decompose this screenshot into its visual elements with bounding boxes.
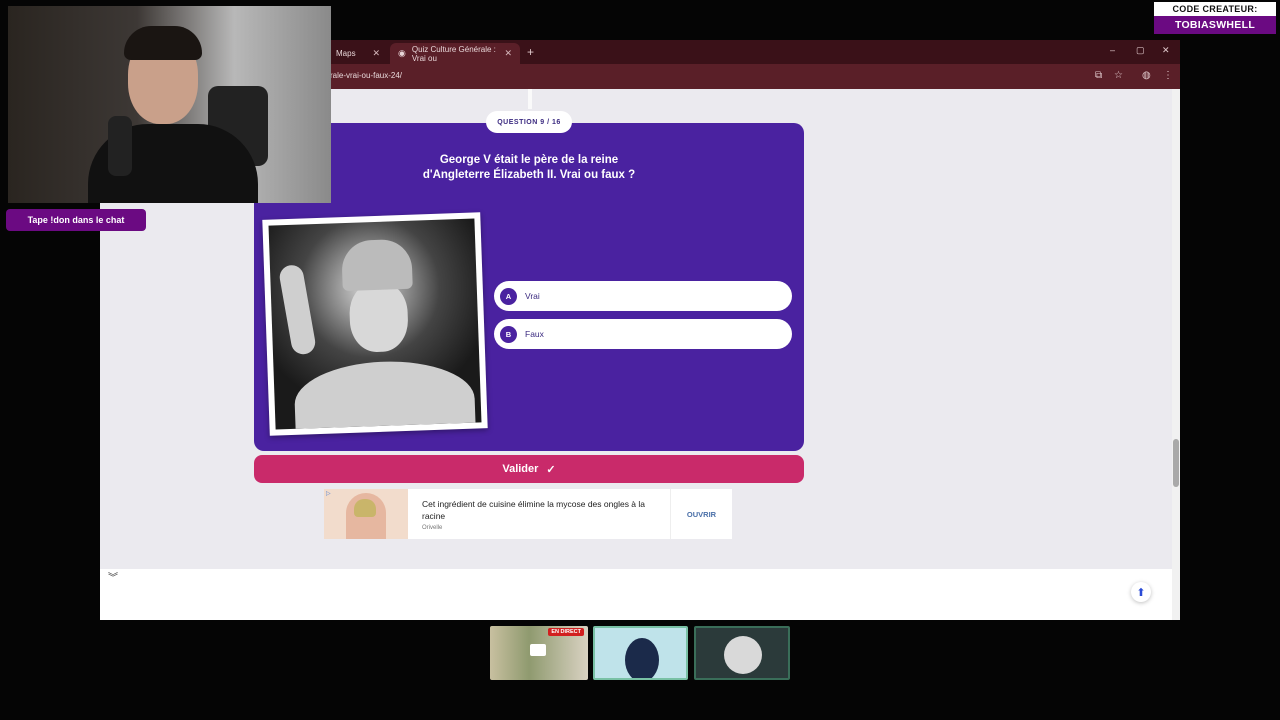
- answer-label: Faux: [525, 329, 544, 339]
- question-photo: [262, 212, 488, 436]
- participant-avatar: [724, 636, 762, 674]
- stream-thumbnail-screen[interactable]: EN DIRECT: [490, 626, 588, 680]
- close-window-icon[interactable]: ✕: [1162, 45, 1170, 56]
- validate-label: Valider: [502, 463, 539, 475]
- scrollbar-thumb[interactable]: [1173, 439, 1179, 487]
- menu-dots-icon[interactable]: ⋮: [1163, 70, 1173, 81]
- live-badge: EN DIRECT: [548, 628, 584, 636]
- site-favicon-icon: ◉: [398, 48, 406, 58]
- tab-label: Maps: [336, 49, 356, 58]
- question-text: George V était le père de la reine d'Ang…: [374, 153, 684, 183]
- participant-avatar: [625, 638, 659, 678]
- creator-code-label: CODE CREATEUR:: [1154, 2, 1276, 16]
- answer-letter: A: [500, 287, 517, 305]
- page-footer: ︾ ⬆: [100, 569, 1172, 620]
- divider: [528, 89, 532, 109]
- creator-code-name: TOBIASWHELL: [1154, 16, 1276, 34]
- quiz-card: QUESTION 9 / 16 George V était le père d…: [254, 111, 804, 451]
- stream-thumbnail-participant[interactable]: [694, 626, 790, 680]
- screen: Maps ✕ ◉ Quiz Culture Générale : Vrai ou…: [0, 0, 1280, 720]
- close-tab-icon[interactable]: ✕: [372, 48, 380, 59]
- scrollbar[interactable]: [1172, 89, 1180, 620]
- ad-banner[interactable]: ▷ Cet ingrédient de cuisine élimine la m…: [324, 489, 732, 539]
- bookmark-star-icon[interactable]: ☆: [1114, 70, 1123, 81]
- maximize-icon[interactable]: ▢: [1136, 45, 1145, 56]
- tab-maps[interactable]: Maps ✕: [328, 43, 388, 64]
- chevron-down-icon[interactable]: ︾: [108, 569, 118, 584]
- answer-label: Vrai: [525, 291, 540, 301]
- answer-option-b[interactable]: B Faux: [494, 319, 792, 349]
- ad-open-button[interactable]: OUVRIR: [670, 489, 732, 539]
- creator-code-badge: CODE CREATEUR: TOBIASWHELL: [1154, 2, 1276, 34]
- minimize-icon[interactable]: –: [1110, 45, 1115, 55]
- url-text[interactable]: rale-vrai-ou-faux-24/: [330, 71, 402, 80]
- validate-button[interactable]: Valider ✓: [254, 455, 804, 483]
- install-app-icon[interactable]: ⧉: [1095, 70, 1102, 81]
- answer-letter: B: [500, 325, 517, 343]
- chat-prompt-badge: Tape !don dans le chat: [6, 209, 146, 231]
- check-icon: ✓: [546, 463, 556, 476]
- ad-image: ▷: [324, 489, 408, 539]
- stream-thumbnail-participant[interactable]: [593, 626, 688, 680]
- arrow-up-icon: ⬆: [1136, 586, 1146, 599]
- queen-photo-image: [268, 218, 482, 430]
- ad-source: Orivelle: [422, 525, 443, 531]
- tab-label: Quiz Culture Générale : Vrai ou: [411, 44, 496, 63]
- question-counter-badge: QUESTION 9 / 16: [486, 111, 572, 133]
- close-tab-icon[interactable]: ✕: [504, 48, 512, 59]
- webcam-feed: [8, 6, 331, 203]
- scroll-to-top-button[interactable]: ⬆: [1131, 582, 1151, 602]
- ad-title: Cet ingrédient de cuisine élimine la myc…: [422, 499, 646, 521]
- new-tab-icon[interactable]: +: [527, 45, 534, 59]
- tab-quiz[interactable]: ◉ Quiz Culture Générale : Vrai ou ✕: [390, 43, 520, 64]
- question-line: George V était le père de la reine: [439, 154, 619, 166]
- answer-option-a[interactable]: A Vrai: [494, 281, 792, 311]
- extension-icon[interactable]: ◍: [1142, 70, 1151, 81]
- question-line: d'Angleterre Élizabeth II. Vrai ou faux …: [422, 169, 636, 181]
- screen-share-icon: [530, 644, 546, 656]
- adchoices-icon[interactable]: ▷: [326, 490, 331, 497]
